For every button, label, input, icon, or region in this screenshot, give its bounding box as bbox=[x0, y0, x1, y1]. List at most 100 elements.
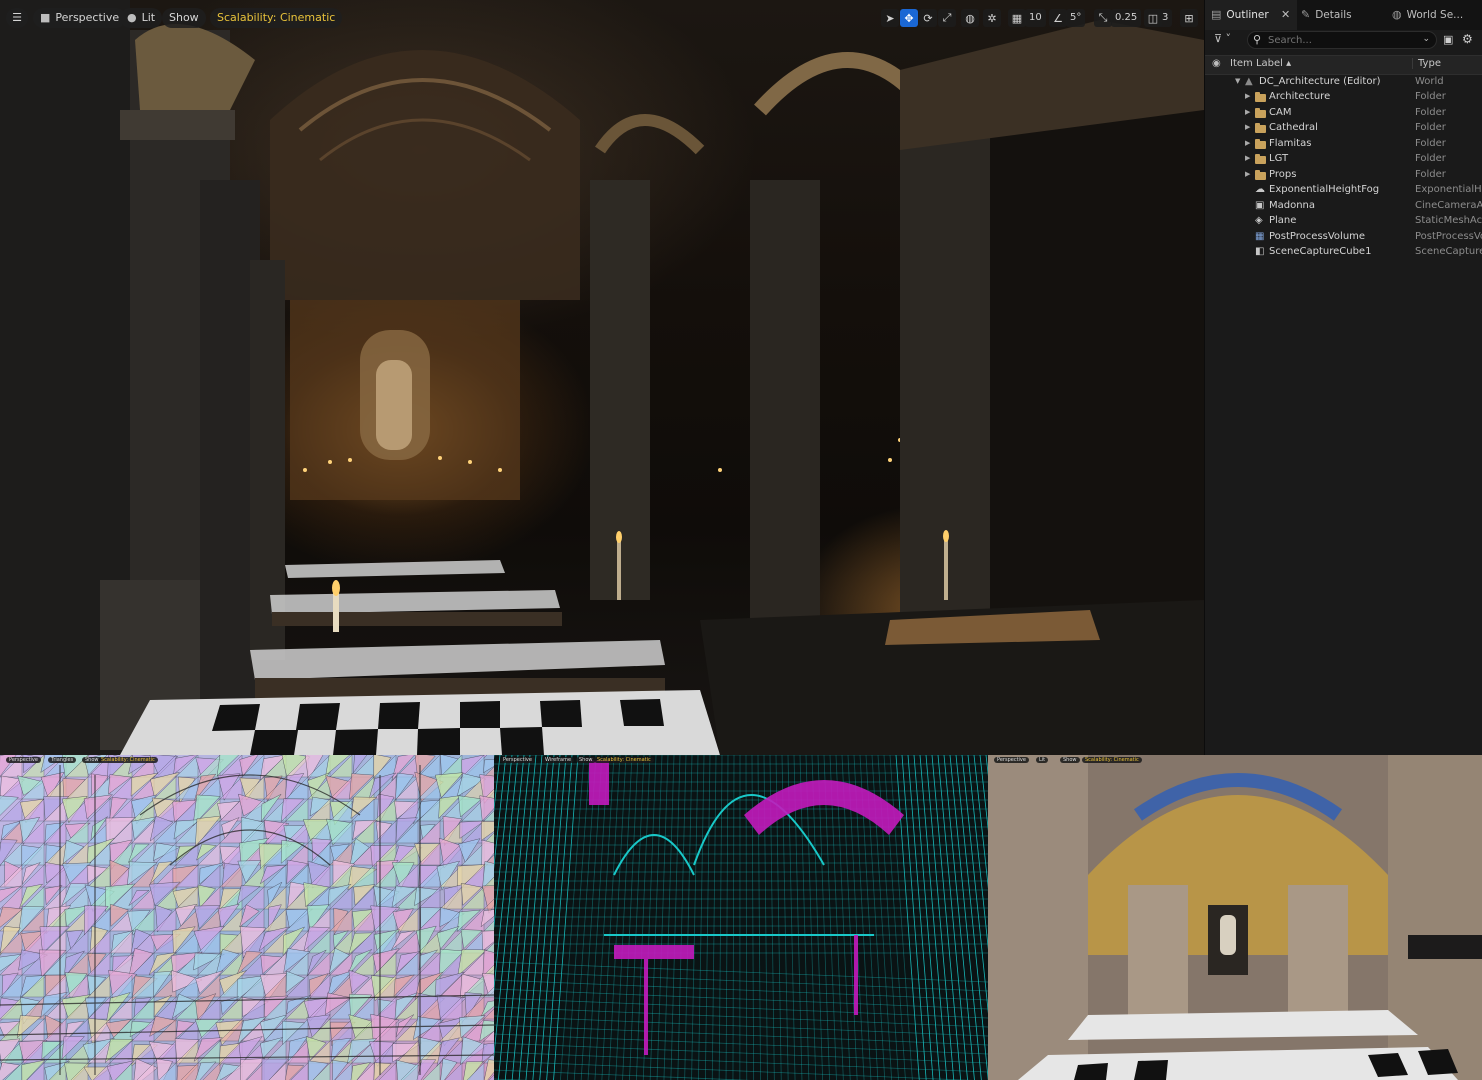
tab-world-settings[interactable]: ◍ World Se... bbox=[1392, 0, 1463, 30]
tab-world-settings-label: World Se... bbox=[1406, 9, 1464, 21]
folder-icon bbox=[1255, 167, 1266, 182]
grid-icon: ▦ bbox=[1011, 11, 1023, 25]
grid-snap-button[interactable]: ▦ bbox=[1008, 9, 1026, 27]
wireframe-viewport[interactable]: Perspective Wireframe Show Scalability: … bbox=[494, 755, 988, 1080]
outliner-item-label: Architecture bbox=[1269, 91, 1331, 103]
collapse-arrow-icon[interactable]: ▶ bbox=[1245, 167, 1250, 182]
outliner-item-type: Folder bbox=[1415, 106, 1446, 118]
outliner-item-type: World bbox=[1415, 76, 1444, 87]
collapse-arrow-icon[interactable]: ▶ bbox=[1245, 120, 1250, 135]
select-tool-button[interactable]: ➤ bbox=[881, 9, 899, 27]
eye-icon[interactable]: ◉ bbox=[1212, 58, 1221, 69]
collapse-arrow-icon[interactable]: ▶ bbox=[1245, 151, 1250, 166]
mini-perspective[interactable]: Perspective bbox=[6, 757, 41, 763]
view-mode-button[interactable]: ● Lit bbox=[120, 8, 163, 28]
cube-icon: ■ bbox=[40, 11, 51, 24]
expand-arrow-icon[interactable]: ▼ bbox=[1235, 74, 1240, 89]
outliner-item-type: StaticMeshActor bbox=[1415, 215, 1482, 227]
rotation-snap-value[interactable]: 5° bbox=[1066, 9, 1086, 27]
mini-mode[interactable]: Wireframe bbox=[542, 757, 575, 763]
close-icon[interactable]: ✕ bbox=[1281, 8, 1290, 21]
move-arrows-icon: ✥ bbox=[904, 11, 914, 25]
search-icon: ⚲ bbox=[1253, 33, 1262, 46]
search-box[interactable]: ⚲ ⌄ bbox=[1247, 31, 1437, 49]
column-item-label[interactable]: Item Label ▴ bbox=[1230, 58, 1291, 69]
mini-perspective[interactable]: Perspective bbox=[994, 757, 1029, 763]
main-viewport[interactable]: ☰ ■ Perspective ● Lit Show Scalability: … bbox=[0, 0, 1204, 755]
mini-perspective[interactable]: Perspective bbox=[500, 757, 535, 763]
filter-icon[interactable]: ⊽ ˅ bbox=[1214, 32, 1231, 45]
outliner-folder-row[interactable]: ▶ LGT Folder bbox=[1205, 151, 1482, 166]
outliner-item-row[interactable]: ▦ PostProcessVolume PostProcessVolume bbox=[1205, 229, 1482, 244]
column-type[interactable]: Type bbox=[1412, 58, 1441, 69]
outliner-item-type: Folder bbox=[1415, 122, 1446, 134]
rotation-snap-button[interactable]: ∠ bbox=[1049, 9, 1067, 27]
add-folder-icon[interactable]: ▣ bbox=[1443, 33, 1453, 46]
viewport-layout-button[interactable]: ⊞ bbox=[1180, 9, 1198, 27]
mini-show[interactable]: Show bbox=[1060, 757, 1080, 763]
world-local-toggle[interactable]: ◍ bbox=[961, 9, 979, 27]
mini-show[interactable]: Show bbox=[576, 757, 596, 763]
outliner-item-label: LGT bbox=[1269, 153, 1289, 165]
perspective-button[interactable]: ■ Perspective bbox=[33, 8, 127, 28]
outliner-folder-row[interactable]: ▶ Flamitas Folder bbox=[1205, 136, 1482, 151]
hamburger-icon: ☰ bbox=[12, 11, 22, 24]
scale-snap-icon: ⤡ bbox=[1098, 11, 1108, 24]
outliner-item-row[interactable]: ◈ Plane StaticMeshActor bbox=[1205, 213, 1482, 228]
collapse-arrow-icon[interactable]: ▶ bbox=[1245, 89, 1250, 104]
globe-icon: ◍ bbox=[1392, 8, 1402, 21]
outliner-panel: ▤ Outliner ✕ ✎ Details ◍ World Se... ⊽ ˅… bbox=[1204, 0, 1482, 755]
textured-viewport[interactable]: Perspective Lit Show Scalability: Cinema… bbox=[988, 755, 1482, 1080]
triangles-viewport[interactable]: Perspective Triangles Show Scalability: … bbox=[0, 755, 494, 1080]
tab-details[interactable]: ✎ Details bbox=[1301, 0, 1352, 30]
search-input[interactable] bbox=[1268, 33, 1418, 47]
collapse-arrow-icon[interactable]: ▶ bbox=[1245, 136, 1250, 151]
outliner-folder-row[interactable]: ▶ Architecture Folder bbox=[1205, 89, 1482, 104]
outliner-item-type: CineCameraActor bbox=[1415, 199, 1482, 211]
outliner-folder-row[interactable]: ▶ CAM Folder bbox=[1205, 105, 1482, 120]
gear-icon[interactable]: ⚙ bbox=[1462, 32, 1473, 46]
globe-icon: ◍ bbox=[965, 11, 975, 25]
scale-snap-button[interactable]: ⤡ bbox=[1094, 9, 1112, 27]
outliner-item-label: Plane bbox=[1269, 215, 1297, 227]
rotate-tool-button[interactable]: ⟳ bbox=[919, 9, 937, 27]
outliner-item-type: Folder bbox=[1415, 153, 1446, 165]
camera-icon: ▣ bbox=[1255, 199, 1265, 211]
scalability-label: Scalability: Cinematic bbox=[217, 11, 336, 24]
textured-toolbar: Perspective Lit Show Scalability: Cinema… bbox=[988, 755, 1482, 765]
viewport-toolbar: ☰ ■ Perspective ● Lit Show Scalability: … bbox=[0, 8, 1204, 28]
mini-mode[interactable]: Lit bbox=[1036, 757, 1049, 763]
scale-snap-value[interactable]: 0.25 bbox=[1111, 9, 1142, 27]
show-button[interactable]: Show bbox=[162, 8, 206, 28]
surface-snap-button[interactable]: ✲ bbox=[983, 9, 1001, 27]
grid-snap-value[interactable]: 10 bbox=[1025, 9, 1046, 27]
mini-scalability[interactable]: Scalability: Cinematic bbox=[594, 757, 654, 763]
mini-scalability[interactable]: Scalability: Cinematic bbox=[1082, 757, 1142, 763]
translate-tool-button[interactable]: ✥ bbox=[900, 9, 918, 27]
mini-scalability[interactable]: Scalability: Cinematic bbox=[98, 757, 158, 763]
outliner-item-type: Folder bbox=[1415, 91, 1446, 103]
camera-speed-value[interactable]: 3 bbox=[1158, 9, 1173, 27]
outliner-folder-row[interactable]: ▶ Props Folder bbox=[1205, 167, 1482, 182]
mini-mode[interactable]: Triangles bbox=[48, 757, 77, 763]
show-label: Show bbox=[169, 11, 199, 24]
surface-snap-icon: ✲ bbox=[987, 11, 997, 25]
chevron-down-icon[interactable]: ⌄ bbox=[1422, 34, 1430, 44]
angle-icon: ∠ bbox=[1053, 11, 1063, 25]
collapse-arrow-icon[interactable]: ▶ bbox=[1245, 105, 1250, 120]
outliner-item-row[interactable]: ▣ Madonna CineCameraActor bbox=[1205, 198, 1482, 213]
scale-tool-button[interactable]: ⤢ bbox=[938, 9, 956, 27]
outliner-folder-row[interactable]: ▶ Cathedral Folder bbox=[1205, 120, 1482, 135]
fog-icon: ☁ bbox=[1255, 184, 1265, 196]
scalability-button[interactable]: Scalability: Cinematic bbox=[210, 8, 343, 28]
volume-icon: ▦ bbox=[1255, 230, 1265, 242]
lit-sphere-icon: ● bbox=[127, 11, 137, 24]
outliner-item-row[interactable]: ☁ ExponentialHeightFog ExponentialHeightFo… bbox=[1205, 182, 1482, 197]
outliner-item-type: SceneCaptureCube bbox=[1415, 245, 1482, 257]
folder-icon bbox=[1255, 136, 1266, 151]
outliner-item-row[interactable]: ◧ SceneCaptureCube1 SceneCaptureCube bbox=[1205, 244, 1482, 259]
viewport-menu-button[interactable]: ☰ bbox=[6, 8, 28, 28]
outliner-item-row[interactable]: ▼ ▲ DC_Architecture (Editor) World bbox=[1205, 74, 1482, 89]
folder-icon bbox=[1255, 89, 1266, 104]
wireframe-toolbar: Perspective Wireframe Show Scalability: … bbox=[494, 755, 988, 765]
